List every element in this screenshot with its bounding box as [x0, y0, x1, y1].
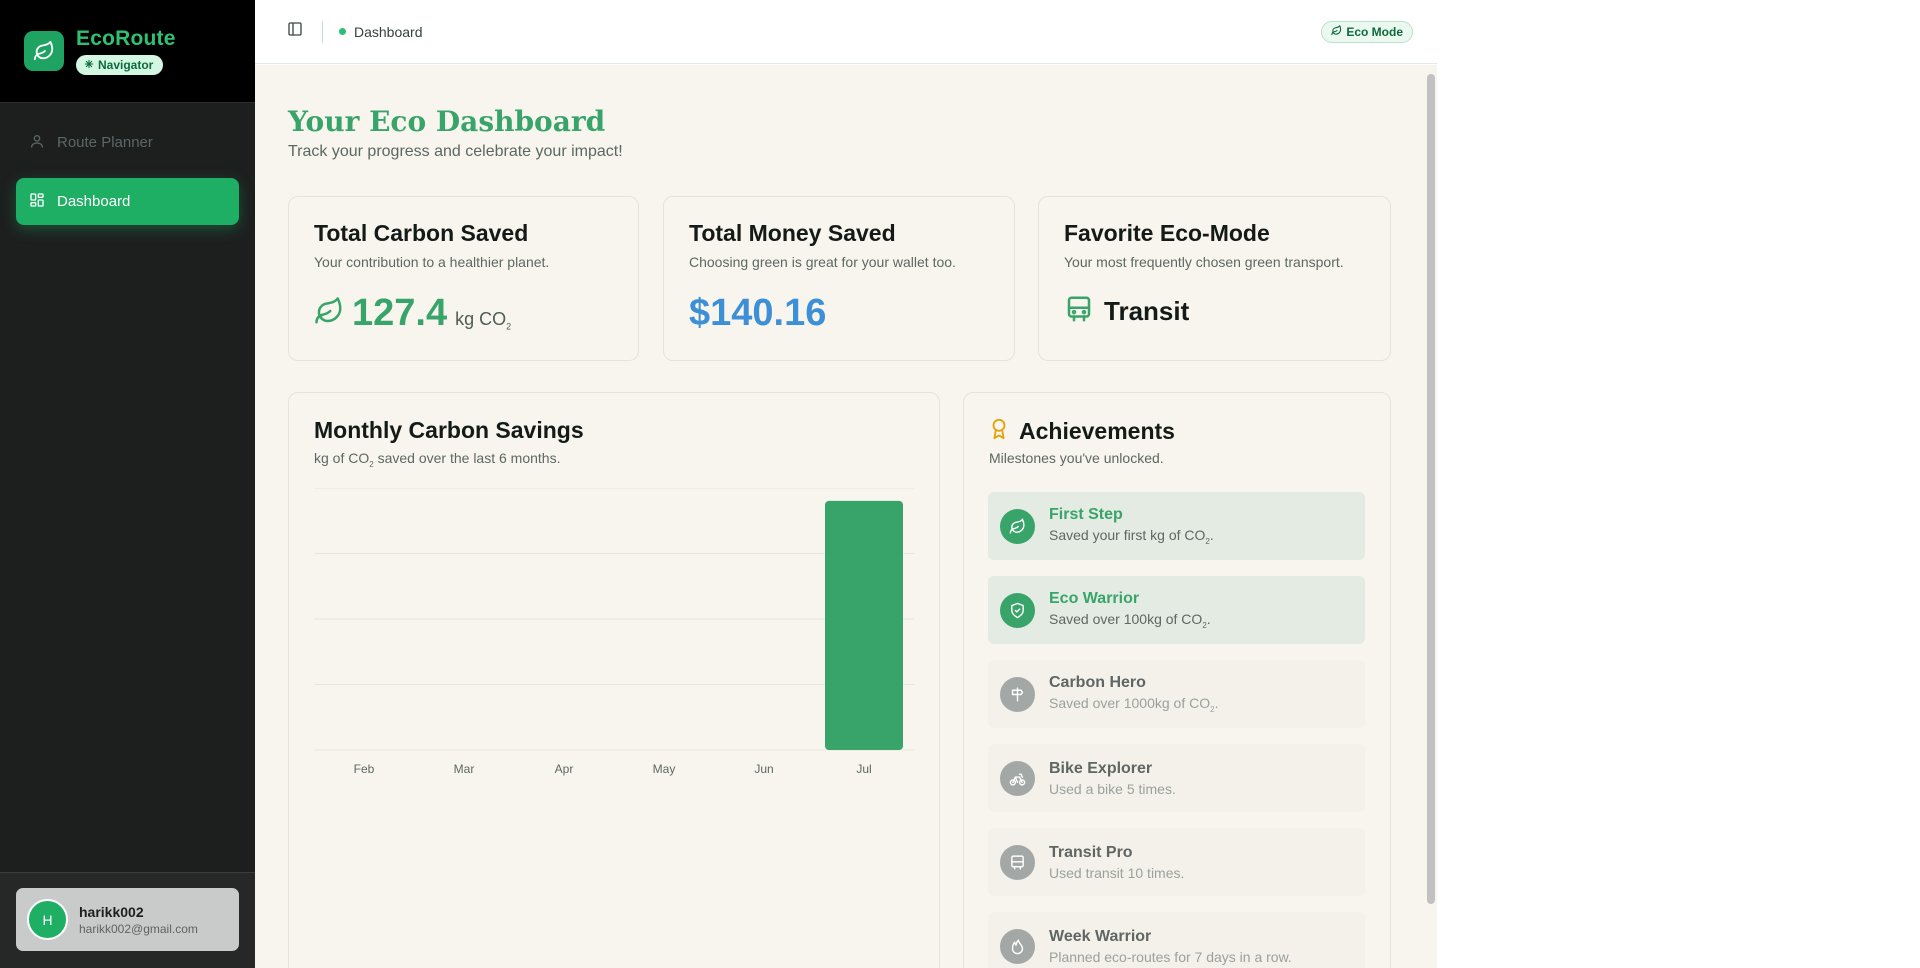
chart-tick-label: Feb — [354, 762, 375, 776]
achievement-item: Week Warrior Planned eco-routes for 7 da… — [988, 912, 1365, 968]
chart-tick-label: Apr — [555, 762, 574, 776]
chart-tick-label: Mar — [454, 762, 475, 776]
achievements-list: First Step Saved your first kg of CO2. E… — [988, 492, 1365, 968]
brand-badge: Navigator — [76, 55, 164, 75]
leaf-icon — [1000, 508, 1035, 544]
topbar-divider — [322, 20, 323, 43]
sidebar-toggle-button[interactable] — [286, 21, 304, 42]
chart-description: kg of CO2 saved over the last 6 months. — [314, 450, 561, 469]
sidebar-nav: Route Planner Dashboard — [0, 103, 255, 241]
achievement-desc: Used a bike 5 times. — [1049, 780, 1176, 797]
achievement-name: Eco Warrior — [1049, 590, 1140, 608]
achievements-card: Achievements Milestones you've unlocked.… — [963, 392, 1391, 968]
achievement-item: Carbon Hero Saved over 1000kg of CO2. — [988, 660, 1365, 728]
topbar: Dashboard Eco Mode — [255, 0, 1437, 64]
eco-mode-badge: Eco Mode — [1321, 21, 1413, 43]
achievement-desc: Saved over 1000kg of CO2. — [1049, 695, 1219, 714]
grid-icon — [29, 192, 45, 212]
user-email: harikk002@gmail.com — [79, 921, 198, 936]
eco-mode-label: Eco Mode — [1346, 25, 1403, 39]
flame-icon — [1000, 928, 1035, 964]
sidebar-item-label: Route Planner — [57, 134, 153, 151]
achievement-desc: Used transit 10 times. — [1049, 864, 1185, 881]
sparkle-icon — [84, 58, 94, 72]
bus-icon — [1064, 294, 1094, 329]
leaf-icon — [314, 296, 344, 331]
card-title: Favorite Eco-Mode — [1064, 220, 1270, 246]
achievement-name: Week Warrior — [1049, 927, 1152, 945]
carbon-saved-value: 127.4 — [352, 292, 448, 334]
achievement-item: Bike Explorer Used a bike 5 times. — [988, 744, 1365, 812]
leaf-icon — [1331, 24, 1342, 39]
main-scrollbar[interactable] — [1427, 74, 1435, 904]
sidebar-item-dashboard[interactable]: Dashboard — [16, 178, 239, 225]
chart-tick-label: Jul — [856, 762, 871, 776]
achievement-desc: Saved over 100kg of CO2. — [1049, 611, 1211, 630]
bus-icon — [1000, 844, 1035, 880]
card-description: Your contribution to a healthier planet. — [314, 254, 550, 270]
achievements-title: Achievements — [1019, 418, 1175, 444]
card-title: Total Money Saved — [689, 220, 896, 246]
achievements-description: Milestones you've unlocked. — [989, 450, 1164, 466]
sidebar-item-route-planner[interactable]: Route Planner — [16, 119, 239, 166]
chart-bar-jul[interactable] — [825, 500, 903, 750]
monthly-savings-card: Monthly Carbon Savings kg of CO2 saved o… — [288, 392, 940, 968]
monthly-savings-chart: Feb Mar Apr May Jun Jul — [314, 488, 914, 776]
sidebar-item-label: Dashboard — [57, 193, 131, 210]
chart-tick-label: Jun — [754, 762, 773, 776]
shield-icon — [1000, 592, 1035, 628]
page-subtitle: Track your progress and celebrate your i… — [288, 143, 623, 160]
breadcrumb: Dashboard — [354, 23, 423, 40]
card-description: Choosing green is great for your wallet … — [689, 254, 956, 270]
achievement-name: Transit Pro — [1049, 843, 1133, 861]
achievement-desc: Saved your first kg of CO2. — [1049, 527, 1214, 546]
achievement-item: First Step Saved your first kg of CO2. — [988, 492, 1365, 560]
carbon-saved-unit: kg CO2 — [455, 309, 512, 332]
carbon-saved-card: Total Carbon Saved Your contribution to … — [288, 196, 639, 361]
main-content: Your Eco Dashboard Track your progress a… — [255, 65, 1437, 968]
brand-name: EcoRoute — [76, 27, 176, 50]
card-title: Total Carbon Saved — [314, 220, 529, 246]
chart-tick-label: May — [653, 762, 676, 776]
money-saved-value: $140.16 — [689, 292, 827, 334]
empty-area — [1437, 0, 1920, 968]
achievement-desc: Planned eco-routes for 7 days in a row. — [1049, 948, 1292, 965]
achievement-item: Transit Pro Used transit 10 times. — [988, 828, 1365, 896]
achievement-name: First Step — [1049, 506, 1123, 524]
brand-badge-label: Navigator — [98, 58, 154, 72]
bike-icon — [1000, 760, 1035, 796]
chart-title: Monthly Carbon Savings — [314, 417, 584, 443]
signpost-icon — [1000, 676, 1035, 712]
favorite-mode-value: Transit — [1104, 296, 1190, 326]
avatar: H — [27, 899, 68, 940]
status-dot — [339, 28, 346, 35]
card-description: Your most frequently chosen green transp… — [1064, 254, 1344, 270]
achievement-name: Bike Explorer — [1049, 759, 1153, 777]
award-icon — [988, 417, 1010, 446]
user-icon — [29, 133, 45, 153]
achievement-name: Carbon Hero — [1049, 674, 1146, 692]
sidebar-footer: H harikk002 harikk002@gmail.com — [0, 872, 255, 968]
favorite-mode-card: Favorite Eco-Mode Your most frequently c… — [1038, 196, 1391, 361]
user-card[interactable]: H harikk002 harikk002@gmail.com — [16, 888, 239, 951]
sidebar: EcoRoute Navigator Route Planner Dashboa… — [0, 0, 255, 968]
achievement-item: Eco Warrior Saved over 100kg of CO2. — [988, 576, 1365, 644]
user-name: harikk002 — [79, 903, 144, 920]
money-saved-card: Total Money Saved Choosing green is grea… — [663, 196, 1015, 361]
brand-header: EcoRoute Navigator — [0, 0, 255, 103]
page-title: Your Eco Dashboard — [288, 105, 606, 138]
leaf-icon — [24, 31, 64, 71]
panel-left-icon — [287, 21, 303, 42]
